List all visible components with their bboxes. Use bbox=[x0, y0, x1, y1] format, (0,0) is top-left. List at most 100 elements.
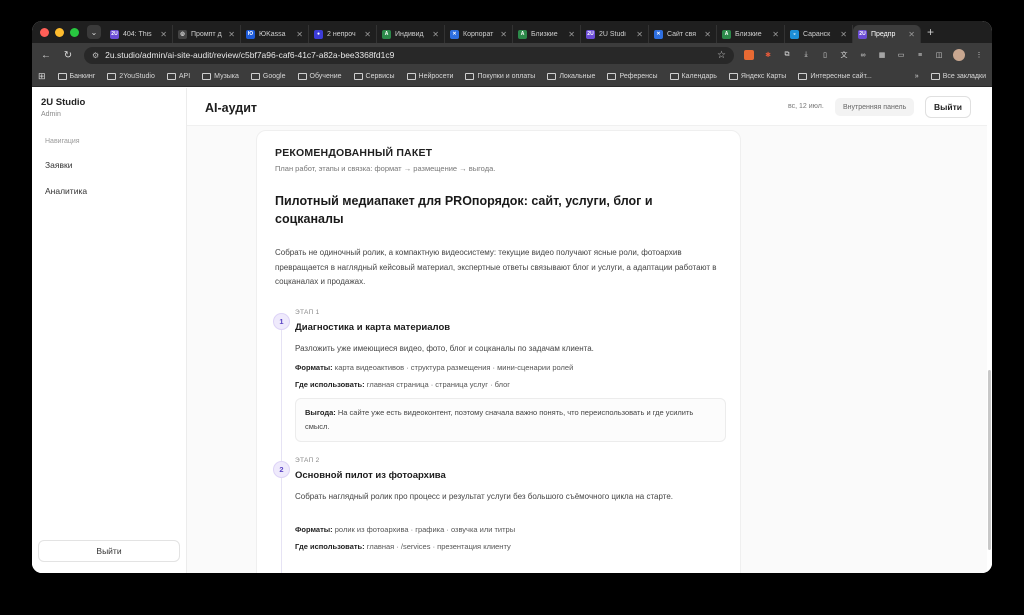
apps-grid-icon[interactable]: ⊞ bbox=[38, 71, 46, 82]
tab-search-icon[interactable]: ⌄ bbox=[87, 25, 101, 39]
bookmark-item[interactable]: Локальные bbox=[547, 73, 595, 80]
folder-icon bbox=[250, 73, 260, 80]
bookmark-star-icon[interactable]: ☆ bbox=[717, 50, 726, 61]
tab-close-icon[interactable]: ✕ bbox=[636, 30, 643, 39]
all-bookmarks[interactable]: Все закладки bbox=[930, 73, 986, 80]
bookmark-item[interactable]: Интересные сайт... bbox=[798, 73, 872, 80]
tab-close-icon[interactable]: ✕ bbox=[840, 30, 847, 39]
tab-close-icon[interactable]: ✕ bbox=[228, 30, 235, 39]
bookmark-item[interactable]: Банкинг bbox=[57, 73, 95, 80]
folder-icon bbox=[930, 73, 940, 80]
tab-close-icon[interactable]: ✕ bbox=[500, 30, 507, 39]
browser-tab[interactable]: ✕ Корпорат ✕ bbox=[445, 25, 513, 43]
trash-icon[interactable]: ▯ bbox=[820, 50, 830, 60]
browser-tab[interactable]: A Индивид ✕ bbox=[377, 25, 445, 43]
close-window-button[interactable] bbox=[40, 27, 49, 37]
extensions-puzzle-icon[interactable]: ⧉ bbox=[782, 50, 792, 60]
tab-favicon-icon: ● bbox=[314, 29, 323, 39]
stages-timeline-line bbox=[281, 319, 282, 573]
bookmark-item[interactable]: API bbox=[166, 73, 190, 80]
stage-formats: Форматы: ролик из фотоархива · графика ·… bbox=[295, 525, 516, 534]
tab-close-icon[interactable]: ✕ bbox=[432, 30, 439, 39]
profile-avatar[interactable] bbox=[953, 49, 965, 61]
bookmark-item[interactable]: Покупки и оплаты bbox=[465, 73, 535, 80]
new-tab-icon[interactable]: + bbox=[927, 25, 934, 39]
site-info-icon[interactable]: ⚙ bbox=[92, 51, 99, 60]
folder-icon bbox=[798, 73, 808, 80]
playlist-icon[interactable]: ≡ bbox=[915, 50, 925, 60]
menu-icon[interactable]: ⋮ bbox=[974, 50, 984, 60]
bookmark-item[interactable]: Календарь bbox=[669, 73, 717, 80]
translate-icon[interactable]: 文 bbox=[839, 50, 849, 60]
back-icon[interactable]: ← bbox=[40, 50, 52, 61]
bookmark-item[interactable]: Референсы bbox=[607, 73, 658, 80]
package-title: Пилотный медиапакет для PROпорядок: сайт… bbox=[275, 194, 653, 226]
scrollbar[interactable] bbox=[987, 88, 992, 573]
tab-favicon-icon: A bbox=[722, 29, 731, 39]
browser-toolbar: ← ↻ ⚙ 2u.studio/admin/ai-site-audit/revi… bbox=[32, 43, 992, 67]
internal-panel-badge[interactable]: Внутренняя панель bbox=[835, 98, 915, 116]
bookmark-item[interactable]: 2YouStudio bbox=[107, 73, 155, 80]
tab-close-icon[interactable]: ✕ bbox=[772, 30, 779, 39]
tab-title: Корпорат bbox=[463, 30, 494, 38]
bookmark-item[interactable]: Сервисы bbox=[353, 73, 395, 80]
tab-close-icon[interactable]: ✕ bbox=[364, 30, 371, 39]
browser-tab[interactable]: 2U 404: This ✕ bbox=[105, 25, 173, 43]
tab-close-icon[interactable]: ✕ bbox=[568, 30, 575, 39]
sidebar-logout-button[interactable]: Выйти bbox=[38, 540, 180, 562]
browser-tab[interactable]: ✕ Сайт свя ✕ bbox=[649, 25, 717, 43]
grid-icon[interactable]: ▦ bbox=[877, 50, 887, 60]
browser-tab[interactable]: ● 2 непроч ✕ bbox=[309, 25, 377, 43]
tab-close-icon[interactable]: ✕ bbox=[704, 30, 711, 39]
bookmark-item[interactable]: Нейросети bbox=[406, 73, 453, 80]
stage-benefit: Выгода: На сайте уже есть видеоконтент, … bbox=[295, 398, 726, 442]
tab-title: Близкие bbox=[735, 30, 762, 38]
tab-favicon-icon: ◒ bbox=[790, 29, 799, 39]
folder-icon bbox=[202, 73, 212, 80]
bookmark-item[interactable]: Google bbox=[250, 73, 286, 80]
tab-title: Сайт свя bbox=[667, 30, 697, 38]
browser-tab[interactable]: ◒ Саранск ✕ bbox=[785, 25, 853, 43]
sidebar-item-requests[interactable]: Заявки bbox=[45, 160, 72, 170]
bookmarks-bar: ⊞ Банкинг 2YouStudio API Музыка Google Обучен… bbox=[32, 67, 992, 87]
maximize-window-button[interactable] bbox=[70, 27, 79, 37]
folder-icon bbox=[166, 73, 176, 80]
cast-icon[interactable]: ▭ bbox=[896, 50, 906, 60]
address-bar[interactable]: ⚙ 2u.studio/admin/ai-site-audit/review/c… bbox=[84, 46, 734, 64]
stage-description: Собрать наглядный ролик про процесс и ре… bbox=[295, 492, 674, 501]
minimize-window-button[interactable] bbox=[55, 27, 64, 37]
browser-tab[interactable]: 2U 2U Studi ✕ bbox=[581, 25, 649, 43]
sidebar-item-analytics[interactable]: Аналитика bbox=[45, 186, 87, 196]
window-controls bbox=[40, 27, 79, 37]
scrollbar-thumb[interactable] bbox=[988, 370, 991, 550]
stage-placement: Где использовать: главная страница · стр… bbox=[295, 380, 510, 389]
folder-icon bbox=[297, 73, 307, 80]
tab-title: 404: This bbox=[123, 30, 152, 38]
tab-close-icon[interactable]: ✕ bbox=[296, 30, 303, 39]
tab-title: Индивид bbox=[395, 30, 424, 38]
tab-title: 2 непроч bbox=[327, 30, 356, 38]
stage-label: ЭТАП 2 bbox=[295, 457, 320, 464]
download-icon[interactable]: ⤓ bbox=[801, 50, 811, 60]
tab-close-icon[interactable]: ✕ bbox=[908, 30, 915, 39]
reload-icon[interactable]: ↻ bbox=[62, 50, 74, 61]
link-icon[interactable]: ∞ bbox=[858, 50, 868, 60]
browser-tab[interactable]: A Близкие ✕ bbox=[513, 25, 581, 43]
tab-strip: ⌄ 2U 404: This ✕ ◎ Промпт д ✕ Ю ЮKassa ✕ ● 2 непро… bbox=[32, 21, 992, 43]
header-logout-button[interactable]: Выйти bbox=[925, 96, 971, 118]
bookmark-item[interactable]: Обучение bbox=[297, 73, 342, 80]
browser-tab[interactable]: Ю ЮKassa ✕ bbox=[241, 25, 309, 43]
browser-tab[interactable]: A Близкие ✕ bbox=[717, 25, 785, 43]
browser-tab[interactable]: 2U Предпр ✕ bbox=[853, 25, 921, 43]
bookmarks-overflow-icon[interactable]: » bbox=[915, 73, 919, 80]
extension-icon[interactable] bbox=[744, 50, 754, 60]
bookmark-item[interactable]: Музыка bbox=[202, 73, 239, 80]
bookmark-item[interactable]: Яндекс Карты bbox=[728, 73, 786, 80]
sidepanel-icon[interactable]: ◫ bbox=[934, 50, 944, 60]
tab-favicon-icon: 2U bbox=[110, 29, 119, 39]
tab-close-icon[interactable]: ✕ bbox=[160, 30, 167, 39]
browser-tab[interactable]: ◎ Промпт д ✕ bbox=[173, 25, 241, 43]
extension-sparkle-icon[interactable]: ✱ bbox=[763, 50, 773, 60]
user-role: Admin bbox=[41, 111, 61, 118]
browser-window: ⌄ 2U 404: This ✕ ◎ Промпт д ✕ Ю ЮKassa ✕ ● 2 непро… bbox=[32, 21, 992, 573]
